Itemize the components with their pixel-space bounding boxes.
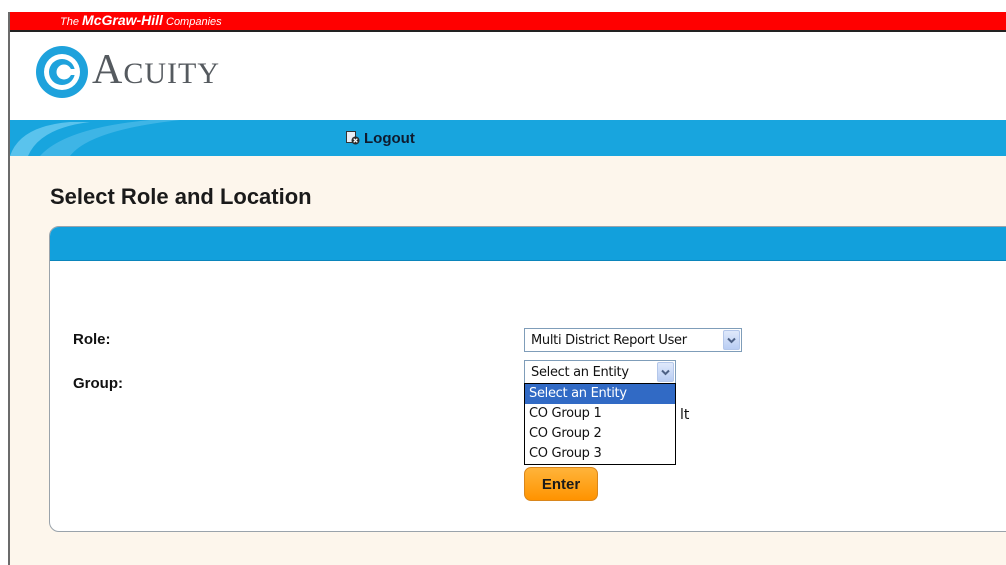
group-select-value: Select an Entity [531, 364, 629, 380]
group-dropdown-list: Select an Entity CO Group 1 CO Group 2 C… [524, 383, 676, 465]
acuity-logo-icon [36, 46, 88, 98]
nav-swoosh-decoration [10, 120, 180, 156]
chevron-down-icon [661, 369, 670, 375]
role-select-value: Multi District Report User [531, 332, 687, 348]
group-option[interactable]: CO Group 3 [525, 444, 675, 464]
group-label: Group: [73, 375, 123, 392]
role-select-dropdown-button[interactable] [723, 330, 740, 350]
logout-label: Logout [364, 129, 415, 147]
enter-button[interactable]: Enter [524, 467, 598, 501]
page-frame: The McGraw-Hill Companies ACUITY Logout … [8, 12, 1006, 565]
obscured-text-fragment: lt [680, 407, 690, 423]
group-option[interactable]: Select an Entity [525, 384, 675, 404]
logout-icon [346, 131, 360, 145]
group-option[interactable]: CO Group 2 [525, 424, 675, 444]
nav-bar: Logout [10, 120, 1006, 156]
mcgraw-hill-wordmark: The McGraw-Hill Companies [60, 12, 222, 28]
group-select-dropdown-button[interactable] [657, 362, 674, 382]
role-location-panel: Role: Multi District Report User Group: … [49, 226, 1006, 532]
role-select[interactable]: Multi District Report User [524, 328, 742, 352]
panel-header [50, 227, 1006, 261]
acuity-logo: ACUITY [34, 44, 220, 100]
main-content: Select Role and Location Role: Multi Dis… [10, 156, 1006, 565]
group-option[interactable]: CO Group 1 [525, 404, 675, 424]
chevron-down-icon [727, 337, 736, 343]
role-label: Role: [73, 331, 111, 348]
acuity-wordmark: ACUITY [92, 47, 220, 93]
mcgraw-hill-bar: The McGraw-Hill Companies [10, 12, 1006, 32]
logout-link[interactable]: Logout [346, 120, 415, 156]
page-title: Select Role and Location [50, 184, 312, 209]
group-select[interactable]: Select an Entity [524, 360, 676, 384]
site-header: ACUITY [10, 32, 1006, 120]
